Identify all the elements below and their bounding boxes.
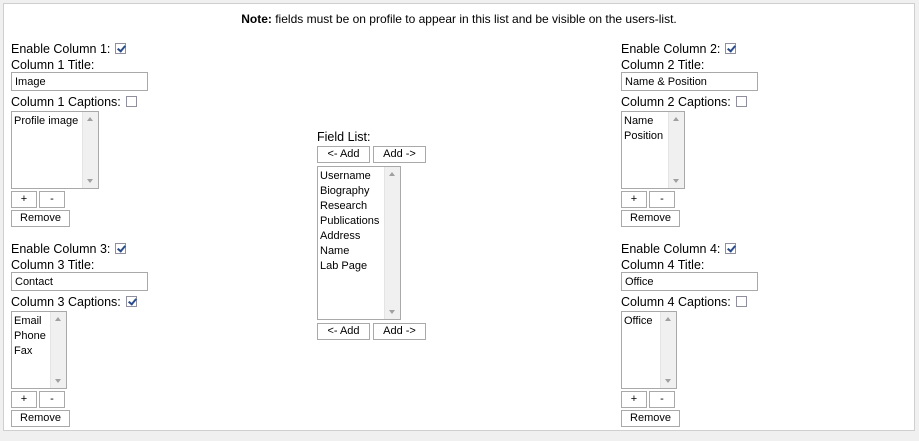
available-fields-list[interactable]: Username Biography Research Publications… xyxy=(317,166,401,320)
list-item[interactable]: Research xyxy=(320,199,384,214)
field-list-label: Field List: xyxy=(317,129,371,144)
column-3-remove-button[interactable]: Remove xyxy=(11,410,70,427)
column-4-remove-button[interactable]: Remove xyxy=(621,410,680,427)
scroll-down-icon[interactable] xyxy=(673,179,679,183)
scroll-up-icon[interactable] xyxy=(55,317,61,321)
column-2-move-up-button[interactable]: + xyxy=(621,191,647,208)
list-item[interactable]: Position xyxy=(624,129,668,144)
list-item[interactable]: Phone xyxy=(14,329,50,344)
note-text: Note: fields must be on profile to appea… xyxy=(4,12,914,26)
scroll-down-icon[interactable] xyxy=(389,310,395,314)
column-2-title-input[interactable] xyxy=(621,72,758,91)
enable-column-4-checkbox[interactable] xyxy=(725,243,737,255)
note-body: fields must be on profile to appear in t… xyxy=(271,12,677,26)
column-2-config: Enable Column 2: Column 2 Title: Column … xyxy=(621,40,821,227)
scroll-up-icon[interactable] xyxy=(87,117,93,121)
scroll-up-icon[interactable] xyxy=(673,117,679,121)
column-3-move-up-button[interactable]: + xyxy=(11,391,37,408)
list-item[interactable]: Username xyxy=(320,169,384,184)
scrollbar[interactable] xyxy=(668,112,684,188)
scroll-up-icon[interactable] xyxy=(665,317,671,321)
scrollbar[interactable] xyxy=(82,112,98,188)
column-3-title-input[interactable] xyxy=(11,272,148,291)
enable-column-1-label: Enable Column 1: xyxy=(11,41,111,56)
enable-column-2-label: Enable Column 2: xyxy=(621,41,721,56)
add-right-button-top[interactable]: Add -> xyxy=(373,146,426,163)
column-2-field-list[interactable]: Name Position xyxy=(621,111,685,189)
list-item[interactable]: Biography xyxy=(320,184,384,199)
column-2-remove-button[interactable]: Remove xyxy=(621,210,680,227)
list-item[interactable]: Lab Page xyxy=(320,259,384,274)
column-4-captions-checkbox[interactable] xyxy=(735,296,747,308)
column-2-move-down-button[interactable]: - xyxy=(649,191,675,208)
column-1-captions-checkbox[interactable] xyxy=(125,96,137,108)
enable-column-2-checkbox[interactable] xyxy=(725,43,737,55)
note-label: Note: xyxy=(241,12,272,26)
column-4-captions-label: Column 4 Captions: xyxy=(621,294,731,309)
scrollbar[interactable] xyxy=(50,312,66,388)
scroll-down-icon[interactable] xyxy=(665,379,671,383)
scrollbar[interactable] xyxy=(384,167,400,319)
column-4-move-down-button[interactable]: - xyxy=(649,391,675,408)
column-1-move-down-button[interactable]: - xyxy=(39,191,65,208)
column-1-title-label: Column 1 Title: xyxy=(11,57,95,72)
enable-column-3-checkbox[interactable] xyxy=(115,243,127,255)
list-item[interactable]: Address xyxy=(320,229,384,244)
list-item[interactable]: Fax xyxy=(14,344,50,359)
column-4-title-input[interactable] xyxy=(621,272,758,291)
list-item[interactable]: Name xyxy=(320,244,384,259)
add-right-button-bottom[interactable]: Add -> xyxy=(373,323,426,340)
list-item[interactable]: Name xyxy=(624,114,668,129)
column-3-field-list[interactable]: Email Phone Fax xyxy=(11,311,67,389)
column-1-captions-label: Column 1 Captions: xyxy=(11,94,121,109)
column-3-move-down-button[interactable]: - xyxy=(39,391,65,408)
list-item[interactable]: Email xyxy=(14,314,50,329)
scroll-up-icon[interactable] xyxy=(389,172,395,176)
column-1-remove-button[interactable]: Remove xyxy=(11,210,70,227)
add-left-button-top[interactable]: <- Add xyxy=(317,146,370,163)
column-1-field-list[interactable]: Profile image xyxy=(11,111,99,189)
column-1-title-input[interactable] xyxy=(11,72,148,91)
column-3-title-label: Column 3 Title: xyxy=(11,257,95,272)
column-3-captions-checkbox[interactable] xyxy=(125,296,137,308)
list-item[interactable]: Profile image xyxy=(14,114,82,129)
column-2-title-label: Column 2 Title: xyxy=(621,57,705,72)
scroll-down-icon[interactable] xyxy=(87,179,93,183)
column-1-config: Enable Column 1: Column 1 Title: Column … xyxy=(11,40,211,227)
enable-column-3-label: Enable Column 3: xyxy=(11,241,111,256)
list-item[interactable]: Office xyxy=(624,314,660,329)
add-left-button-bottom[interactable]: <- Add xyxy=(317,323,370,340)
settings-panel: Note: fields must be on profile to appea… xyxy=(3,3,915,431)
field-list-section: Field List: <- Add Add -> Username Biogra… xyxy=(317,128,437,341)
column-4-field-list[interactable]: Office xyxy=(621,311,677,389)
column-1-move-up-button[interactable]: + xyxy=(11,191,37,208)
column-2-captions-checkbox[interactable] xyxy=(735,96,747,108)
enable-column-1-checkbox[interactable] xyxy=(115,43,127,55)
list-item[interactable]: Publications xyxy=(320,214,384,229)
column-3-config: Enable Column 3: Column 3 Title: Column … xyxy=(11,240,211,427)
enable-column-4-label: Enable Column 4: xyxy=(621,241,721,256)
column-4-config: Enable Column 4: Column 4 Title: Column … xyxy=(621,240,821,427)
scroll-down-icon[interactable] xyxy=(55,379,61,383)
column-3-captions-label: Column 3 Captions: xyxy=(11,294,121,309)
column-4-title-label: Column 4 Title: xyxy=(621,257,705,272)
column-2-captions-label: Column 2 Captions: xyxy=(621,94,731,109)
column-4-move-up-button[interactable]: + xyxy=(621,391,647,408)
scrollbar[interactable] xyxy=(660,312,676,388)
